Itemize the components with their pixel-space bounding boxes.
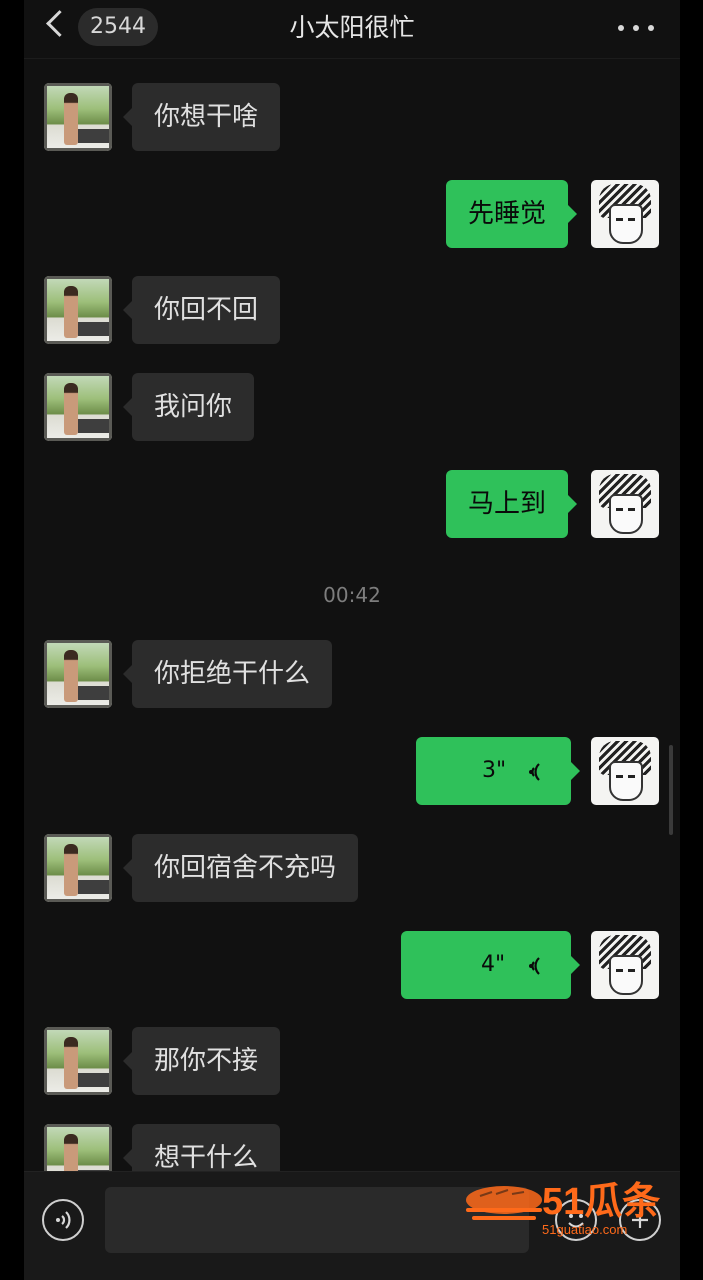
voice-wave-icon xyxy=(529,957,540,975)
avatar-eye xyxy=(628,218,635,221)
avatar-frame xyxy=(44,1124,112,1171)
plus-icon[interactable] xyxy=(619,1199,661,1241)
message-bubble-outgoing[interactable]: 先睡觉 xyxy=(446,180,578,248)
plus-glyph xyxy=(632,1212,648,1228)
voice-input-icon[interactable] xyxy=(42,1199,84,1241)
message-bubble-outgoing[interactable]: 马上到 xyxy=(446,470,578,538)
my-avatar[interactable] xyxy=(591,737,659,805)
avatar-face xyxy=(609,204,643,244)
avatar-eye xyxy=(616,969,623,972)
chevron-left-icon[interactable] xyxy=(46,10,73,37)
contact-avatar[interactable] xyxy=(44,1027,112,1095)
message-bubble-incoming[interactable]: 你回不回 xyxy=(122,276,281,344)
emoji-glyph xyxy=(568,1214,584,1228)
contact-avatar[interactable] xyxy=(44,373,112,441)
message-bubble-incoming[interactable]: 想干什么 xyxy=(122,1124,281,1171)
contact-avatar[interactable] xyxy=(44,834,112,902)
emoji-icon[interactable] xyxy=(555,1199,597,1241)
avatar-frame xyxy=(44,83,112,151)
avatar-face xyxy=(609,494,643,534)
unread-count-badge[interactable]: 2544 xyxy=(78,8,158,46)
contact-avatar[interactable] xyxy=(44,83,112,151)
avatar-eye xyxy=(628,969,635,972)
avatar-eye xyxy=(628,775,635,778)
avatar-eye xyxy=(616,508,623,511)
message-bubble-incoming[interactable]: 那你不接 xyxy=(122,1027,281,1095)
avatar-frame xyxy=(44,276,112,344)
avatar-eye xyxy=(628,508,635,511)
my-avatar[interactable] xyxy=(591,180,659,248)
avatar-frame xyxy=(44,1027,112,1095)
avatar-face xyxy=(609,955,643,995)
avatar-frame xyxy=(44,640,112,708)
voice-input-glyph xyxy=(56,1211,71,1229)
scrollbar[interactable] xyxy=(669,745,673,835)
input-bar xyxy=(24,1171,680,1280)
avatar-frame xyxy=(44,834,112,902)
voice-message-outgoing[interactable]: 3" xyxy=(416,737,580,805)
voice-message-outgoing[interactable]: 4" xyxy=(401,931,580,999)
timestamp: 00:42 xyxy=(323,583,381,607)
avatar-eye xyxy=(616,218,623,221)
contact-avatar[interactable] xyxy=(44,1124,112,1171)
chat-screen: 2544 小太阳很忙 你想干啥 先睡觉 你回不回 我问你 马上到 00:42 你… xyxy=(24,0,680,1280)
voice-wave-icon xyxy=(529,763,540,781)
avatar-frame xyxy=(44,373,112,441)
message-bubble-incoming[interactable]: 你回宿舍不充吗 xyxy=(122,834,359,902)
my-avatar[interactable] xyxy=(591,470,659,538)
top-bar: 2544 小太阳很忙 xyxy=(24,0,680,59)
message-bubble-incoming[interactable]: 你想干啥 xyxy=(122,83,281,151)
contact-avatar[interactable] xyxy=(44,276,112,344)
message-bubble-incoming[interactable]: 我问你 xyxy=(122,373,255,441)
message-bubble-incoming[interactable]: 你拒绝干什么 xyxy=(122,640,333,708)
voice-duration: 3" xyxy=(482,758,507,783)
my-avatar[interactable] xyxy=(591,931,659,999)
voice-duration: 4" xyxy=(481,952,506,977)
more-icon[interactable] xyxy=(616,14,656,42)
avatar-face xyxy=(609,761,643,801)
message-list[interactable]: 你想干啥 先睡觉 你回不回 我问你 马上到 00:42 你拒绝干什么 3" 你回… xyxy=(24,58,680,1171)
message-input[interactable] xyxy=(105,1187,529,1253)
contact-avatar[interactable] xyxy=(44,640,112,708)
avatar-eye xyxy=(616,775,623,778)
